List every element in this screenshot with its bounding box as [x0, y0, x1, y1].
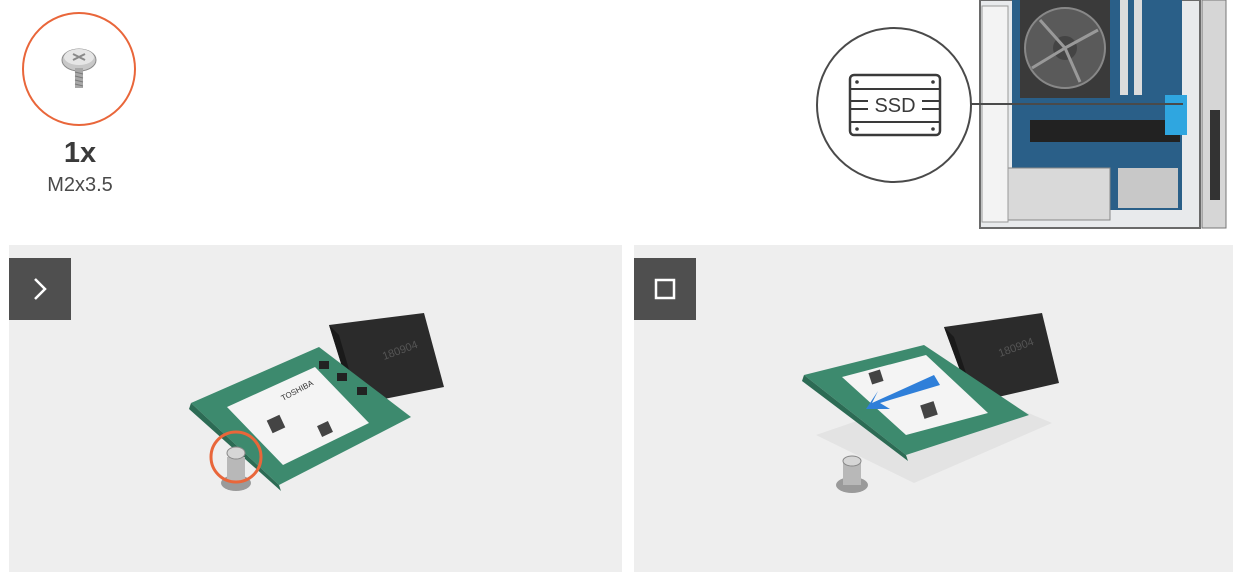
step-panel-2: 180904: [634, 245, 1233, 572]
step-badge-chevron: [9, 258, 71, 320]
ssd-installed-illustration: 180904 TOSHIBA: [189, 313, 444, 491]
screw-size: M2x3.5: [47, 174, 113, 196]
chevron-right-icon: [34, 278, 47, 300]
callout-connector-line: [968, 103, 1183, 105]
step-panel-1: 180904 TOSHIBA: [9, 245, 622, 572]
screw-icon-ring: [22, 12, 136, 126]
square-stop-icon: [654, 278, 676, 300]
computer-chassis-illustration: [979, 0, 1227, 229]
ssd-callout: SSD: [816, 27, 972, 183]
step-badge-stop: [634, 258, 696, 320]
screw-icon: [61, 48, 97, 88]
screw-quantity: 1x: [63, 137, 97, 169]
ssd-icon: SSD: [848, 73, 942, 137]
ssd-label: SSD: [874, 95, 915, 117]
ssd-removal-illustration: 180904: [802, 313, 1059, 493]
